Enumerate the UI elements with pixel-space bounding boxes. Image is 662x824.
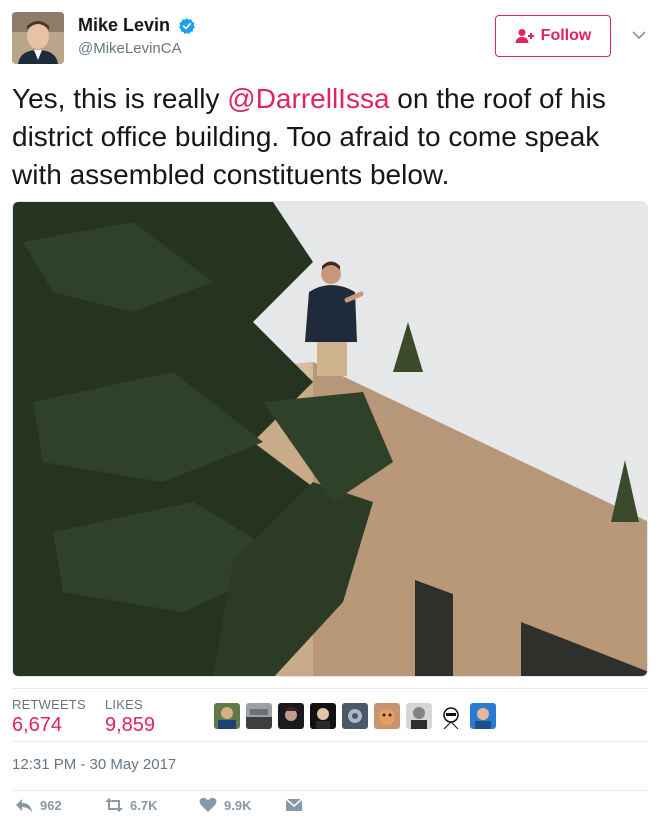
user-handle[interactable]: @MikeLevinCA	[78, 40, 196, 57]
retweets-label: RETWEETS	[12, 697, 86, 712]
follow-button-label: Follow	[540, 27, 592, 44]
liker-avatars	[214, 703, 496, 729]
tweet-header: Mike Levin @MikeLevinCA Follow	[12, 12, 652, 68]
user-identity: Mike Levin @MikeLevinCA	[78, 15, 196, 57]
liker-avatar[interactable]	[406, 703, 432, 729]
mention-link[interactable]: @DarrellIssa	[227, 83, 389, 114]
heart-icon	[199, 797, 217, 812]
retweet-button[interactable]: 6.7K	[104, 795, 157, 815]
retweets-stat[interactable]: RETWEETS 6,674	[12, 697, 86, 737]
follow-button[interactable]: Follow	[495, 15, 611, 57]
tweet-photo[interactable]	[12, 201, 648, 677]
retweets-value: 6,674	[12, 714, 63, 736]
like-count: 9.9K	[224, 797, 252, 813]
likes-value: 9,859	[105, 714, 156, 736]
tweet-actions: 962 6.7K 9.9K	[12, 790, 648, 819]
liker-avatar[interactable]	[214, 703, 240, 729]
display-name[interactable]: Mike Levin	[78, 15, 170, 36]
liker-avatar[interactable]	[278, 703, 304, 729]
tweet-timestamp[interactable]: 12:31 PM - 30 May 2017	[12, 756, 176, 773]
reply-icon	[16, 799, 32, 812]
liker-avatar[interactable]	[246, 703, 272, 729]
add-user-icon	[515, 29, 534, 43]
reply-count: 962	[40, 797, 62, 813]
photo-image	[13, 202, 647, 676]
liker-avatar[interactable]	[310, 703, 336, 729]
retweet-icon	[105, 798, 123, 812]
tweet-text: Yes, this is really @DarrellIssa on the …	[12, 80, 652, 194]
reply-button[interactable]: 962	[14, 795, 62, 815]
retweet-count: 6.7K	[130, 797, 158, 813]
verified-badge-icon	[179, 17, 196, 34]
tweet-text-before: Yes, this is really	[12, 83, 228, 114]
direct-message-button[interactable]	[284, 795, 304, 815]
likes-label: LIKES	[105, 697, 143, 712]
like-button[interactable]: 9.9K	[198, 795, 251, 815]
engagement-stats: RETWEETS 6,674 LIKES 9,859	[12, 688, 648, 742]
liker-avatar[interactable]	[438, 703, 464, 729]
liker-avatar[interactable]	[374, 703, 400, 729]
avatar[interactable]	[12, 12, 64, 64]
envelope-icon	[285, 798, 303, 811]
chevron-down-icon[interactable]	[630, 26, 648, 44]
likes-stat[interactable]: LIKES 9,859	[105, 697, 155, 737]
liker-avatar[interactable]	[470, 703, 496, 729]
liker-avatar[interactable]	[342, 703, 368, 729]
